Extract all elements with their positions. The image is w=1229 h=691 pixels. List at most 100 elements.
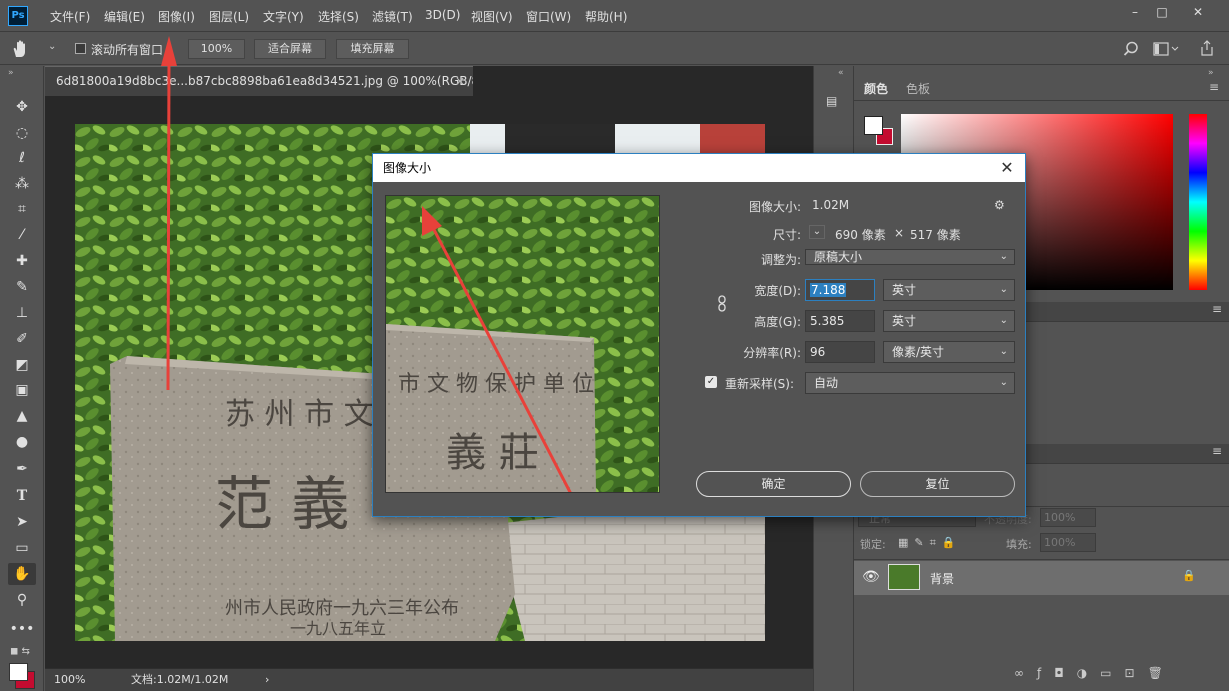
collapse-toolbar-icon[interactable]: »	[8, 68, 14, 78]
close-window-button[interactable]: ✕	[1183, 4, 1213, 20]
status-doc-size: 文档:1.02M/1.02M	[131, 673, 229, 686]
resample-chevron-icon: ⌄	[999, 377, 1008, 388]
fill-screen-button[interactable]: 填充屏幕	[336, 39, 409, 59]
width-label: 宽度(D):	[754, 284, 801, 298]
layer-row-background[interactable]: 👁 背景 🔒	[854, 561, 1229, 595]
foreground-color-swatch[interactable]	[9, 663, 28, 681]
fill-input[interactable]: 100%	[1040, 533, 1096, 552]
fit-to-select[interactable]: 原稿大小 ⌄	[805, 249, 1015, 265]
lock-icons[interactable]: ▦✎⌗🔒	[898, 536, 962, 550]
more-tools-icon[interactable]: •••	[8, 618, 36, 640]
scroll-all-windows-checkbox[interactable]	[75, 43, 86, 54]
eraser-tool-icon[interactable]: ◩	[8, 354, 36, 376]
menu-layer[interactable]: 图层(L)	[209, 8, 249, 25]
menu-help[interactable]: 帮助(H)	[585, 8, 627, 25]
tab-swatches[interactable]: 色板	[906, 80, 930, 97]
path-selection-tool-icon[interactable]: ➤	[8, 511, 36, 533]
ok-button[interactable]: 确定	[696, 471, 851, 497]
clone-stamp-tool-icon[interactable]: ⊥	[8, 302, 36, 324]
layers-menu-icon[interactable]: ≡	[1212, 444, 1222, 458]
layer-name[interactable]: 背景	[930, 570, 954, 587]
dimensions-times: ×	[894, 226, 905, 240]
dodge-tool-icon[interactable]: ●	[8, 431, 36, 453]
hue-slider[interactable]	[1189, 114, 1207, 290]
height-input[interactable]: 5.385	[805, 310, 875, 332]
adjustments-menu-icon[interactable]: ≡	[1212, 302, 1222, 316]
resolution-input[interactable]: 96	[805, 341, 875, 363]
tool-preset-chevron-icon[interactable]: ⌄	[48, 41, 56, 52]
width-input[interactable]: 7.188	[805, 279, 875, 301]
status-zoom[interactable]: 100%	[54, 669, 85, 690]
resample-checkbox[interactable]: ✓	[705, 376, 717, 388]
resolution-unit-value: 像素/英寸	[892, 345, 945, 359]
dimensions-units-chevron-icon[interactable]: ⌄	[809, 225, 825, 239]
svg-text:州市人民政府一九六三年公布: 州市人民政府一九六三年公布	[225, 598, 459, 619]
lasso-tool-icon[interactable]: ℓ	[8, 147, 36, 169]
resolution-unit-chevron-icon: ⌄	[999, 346, 1008, 357]
move-tool-icon[interactable]: ✥	[8, 96, 36, 118]
zoom-100-button[interactable]: 100%	[188, 39, 245, 59]
opacity-input[interactable]: 100%	[1040, 508, 1096, 527]
height-unit-select[interactable]: 英寸 ⌄	[883, 310, 1015, 332]
eye-icon[interactable]: 👁	[862, 569, 880, 585]
reset-button[interactable]: 复位	[860, 471, 1015, 497]
healing-brush-tool-icon[interactable]: ✚	[8, 250, 36, 272]
width-unit-select[interactable]: 英寸 ⌄	[883, 279, 1015, 301]
search-icon[interactable]	[1123, 41, 1139, 57]
marquee-tool-icon[interactable]: ◌	[8, 122, 36, 144]
layers-footer-icons[interactable]: ∞ƒ◘◑▭⊡🗑	[1014, 666, 1176, 680]
dialog-preview[interactable]: 市 文 物 保 护 单 位 義 莊	[385, 195, 660, 493]
minimize-button[interactable]: –	[1120, 4, 1150, 20]
fit-to-chevron-icon: ⌄	[999, 251, 1008, 262]
status-menu-arrow-icon[interactable]: ›	[265, 669, 269, 690]
resample-select[interactable]: 自动 ⌄	[805, 372, 1015, 394]
menu-type[interactable]: 文字(Y)	[263, 8, 304, 25]
height-value: 5.385	[810, 314, 845, 328]
dialog-titlebar: 图像大小 ✕	[373, 154, 1025, 182]
image-size-label: 图像大小:	[748, 200, 801, 214]
height-label: 高度(G):	[754, 315, 801, 329]
close-document-icon[interactable]: ×	[455, 67, 465, 95]
dialog-title: 图像大小	[383, 161, 432, 175]
menu-filter[interactable]: 滤镜(T)	[372, 8, 413, 25]
collapse-panels-icon[interactable]: »	[1208, 68, 1214, 78]
menu-select[interactable]: 选择(S)	[318, 8, 359, 25]
menu-window[interactable]: 窗口(W)	[526, 8, 571, 25]
hand-tool-active-icon[interactable]: ✋	[8, 563, 36, 585]
document-tab[interactable]: 6d81800a19d8bc3e...b87cbc8898ba61ea8d345…	[45, 66, 473, 96]
gradient-tool-icon[interactable]: ▣	[8, 379, 36, 401]
menu-file[interactable]: 文件(F)	[50, 8, 90, 25]
menu-image[interactable]: 图像(I)	[158, 8, 195, 25]
maximize-button[interactable]: □	[1147, 4, 1177, 20]
zoom-tool-icon[interactable]: ⚲	[8, 589, 36, 611]
tools-panel: » ✥ ◌ ℓ ⁂ ⌗ ⁄ ✚ ✎ ⊥ ✐ ◩ ▣ ▲ ● ✒ T ➤ ▭ ✋ …	[0, 66, 44, 691]
fit-screen-button[interactable]: 适合屏幕	[254, 39, 326, 59]
resample-label: 重新采样(S):	[725, 377, 795, 391]
tab-color[interactable]: 颜色	[864, 80, 888, 97]
gear-icon[interactable]: ⚙	[994, 198, 1005, 212]
crop-tool-icon[interactable]: ⌗	[8, 198, 36, 220]
share-icon[interactable]	[1199, 39, 1215, 57]
default-colors-icon[interactable]: ◼ ⇆	[10, 646, 30, 657]
menu-3d[interactable]: 3D(D)	[425, 8, 460, 22]
type-tool-icon[interactable]: T	[8, 485, 36, 507]
collapse-strip-icon[interactable]: «	[838, 68, 844, 78]
panel-menu-icon[interactable]: ≡	[1209, 80, 1219, 94]
shape-tool-icon[interactable]: ▭	[8, 537, 36, 559]
pen-tool-icon[interactable]: ✒	[8, 458, 36, 480]
fit-to-value: 原稿大小	[814, 250, 863, 264]
fg-color-swatch[interactable]	[864, 116, 883, 135]
menu-edit[interactable]: 编辑(E)	[104, 8, 145, 25]
scroll-all-windows-label: 滚动所有窗口	[91, 43, 164, 57]
menu-view[interactable]: 视图(V)	[471, 8, 513, 25]
history-brush-tool-icon[interactable]: ✐	[8, 328, 36, 350]
history-panel-icon[interactable]: ▤	[826, 94, 844, 112]
quick-selection-tool-icon[interactable]: ⁂	[8, 173, 36, 195]
resolution-unit-select[interactable]: 像素/英寸 ⌄	[883, 341, 1015, 363]
eyedropper-tool-icon[interactable]: ⁄	[8, 224, 36, 246]
blur-tool-icon[interactable]: ▲	[8, 405, 36, 427]
brush-tool-icon[interactable]: ✎	[8, 276, 36, 298]
dialog-close-icon[interactable]: ✕	[997, 154, 1017, 182]
workspace-icon[interactable]	[1153, 41, 1179, 57]
hand-tool-icon[interactable]	[8, 38, 32, 60]
